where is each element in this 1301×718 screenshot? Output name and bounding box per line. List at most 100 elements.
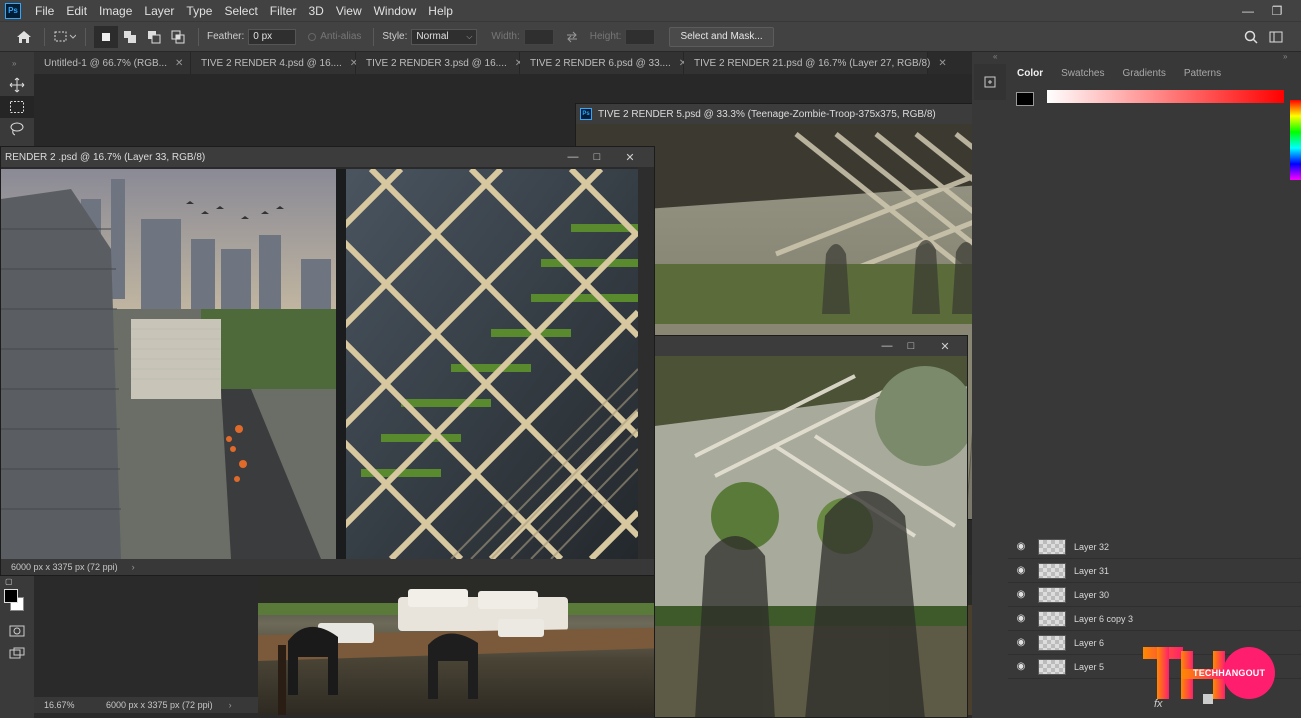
tab-swatches[interactable]: Swatches — [1052, 68, 1113, 79]
document-size: 6000 px x 3375 px (72 ppi) — [106, 700, 213, 710]
close-icon[interactable]: ✕ — [933, 336, 957, 356]
style-select[interactable]: Normal ⌵ — [411, 28, 478, 45]
menu-file[interactable]: File — [29, 4, 60, 18]
width-input[interactable] — [523, 28, 554, 45]
antialias-checkbox[interactable]: Anti-alias — [308, 31, 361, 42]
tab-label: TIVE 2 RENDER 21.psd @ 16.7% (Layer 27, … — [694, 57, 931, 69]
tab-render-21[interactable]: TIVE 2 RENDER 21.psd @ 16.7% (Layer 27, … — [684, 52, 947, 74]
tab-label: TIVE 2 RENDER 3.psd @ 16.... — [366, 57, 507, 69]
height-input[interactable] — [625, 28, 656, 45]
tab-color[interactable]: Color — [1008, 68, 1052, 79]
options-bar: Feather: 0 px Anti-alias Style: Normal ⌵… — [0, 21, 1301, 51]
layer-thumbnail — [1038, 610, 1066, 627]
home-icon[interactable] — [12, 26, 36, 48]
toolbar-collapse-icon[interactable]: » — [0, 52, 34, 74]
menu-image[interactable]: Image — [93, 4, 138, 18]
subtract-selection-icon[interactable] — [142, 26, 166, 48]
zoom-level[interactable]: 16.67% — [44, 700, 106, 710]
add-selection-icon[interactable] — [118, 26, 142, 48]
close-icon[interactable]: ✕ — [618, 147, 642, 167]
color-panel-fg-swatch[interactable] — [1016, 92, 1034, 106]
eye-icon[interactable]: ◉ — [1008, 661, 1034, 672]
menu-type[interactable]: Type — [180, 4, 218, 18]
antialias-check-icon — [308, 32, 317, 41]
close-icon[interactable]: ✕ — [938, 58, 946, 69]
layer-row[interactable]: ◉ Layer 32 — [1008, 535, 1301, 559]
tab-render-3[interactable]: TIVE 2 RENDER 3.psd @ 16.... ✕ — [356, 52, 523, 74]
menu-bar: Ps File Edit Image Layer Type Select Fil… — [0, 0, 1301, 21]
feather-label: Feather: — [207, 31, 245, 42]
new-selection-icon[interactable] — [94, 25, 118, 48]
hue-slider[interactable] — [1290, 100, 1301, 180]
tab-gradients[interactable]: Gradients — [1113, 68, 1174, 79]
document-window-middle: — □ ✕ — [654, 335, 968, 718]
layer-row[interactable]: ◉ Layer 6 copy 3 — [1008, 607, 1301, 631]
maximize-icon[interactable]: □ — [899, 336, 923, 356]
layer-name: Layer 30 — [1074, 589, 1110, 600]
document-size: 6000 px x 3375 px (72 ppi) — [11, 562, 118, 572]
app-minimize-icon[interactable]: — — [1233, 0, 1263, 21]
chevron-right-icon[interactable]: › — [132, 562, 135, 572]
history-panel-icon[interactable] — [983, 75, 997, 89]
feather-input[interactable]: 0 px — [248, 28, 297, 45]
menu-edit[interactable]: Edit — [60, 4, 93, 18]
eye-icon[interactable]: ◉ — [1008, 637, 1034, 648]
eye-icon[interactable]: ◉ — [1008, 589, 1034, 600]
window-title: TIVE 2 RENDER 5.psd @ 33.3% (Teenage-Zom… — [598, 108, 936, 120]
vertical-scrollbar[interactable] — [638, 167, 654, 575]
menu-3d[interactable]: 3D — [302, 4, 329, 18]
maximize-icon[interactable]: □ — [585, 147, 609, 167]
lasso-tool-icon[interactable] — [0, 118, 34, 140]
screen-mode-icon[interactable] — [9, 647, 25, 662]
window-titlebar[interactable]: RENDER 2 .psd @ 16.7% (Layer 33, RGB/8) — [1, 147, 654, 167]
eye-icon[interactable]: ◉ — [1008, 541, 1034, 552]
menu-select[interactable]: Select — [218, 4, 263, 18]
panel-collapse-icon[interactable]: « — [993, 52, 1013, 62]
layer-thumbnail — [1038, 538, 1066, 555]
menu-help[interactable]: Help — [422, 4, 459, 18]
tab-render-4[interactable]: TIVE 2 RENDER 4.psd @ 16.... ✕ — [191, 52, 358, 74]
foreground-color-swatch[interactable] — [4, 589, 18, 603]
color-spectrum-bar[interactable] — [1047, 90, 1284, 103]
tab-untitled-1[interactable]: Untitled-1 @ 66.7% (RGB... ✕ — [34, 52, 191, 74]
menu-view[interactable]: View — [330, 4, 368, 18]
eye-icon[interactable]: ◉ — [1008, 565, 1034, 576]
eye-icon[interactable]: ◉ — [1008, 613, 1034, 624]
layer-thumbnail — [1038, 562, 1066, 579]
close-icon[interactable]: ✕ — [175, 58, 183, 69]
layer-row[interactable]: ◉ Layer 31 — [1008, 559, 1301, 583]
tab-render-6[interactable]: TIVE 2 RENDER 6.psd @ 33.... ✕ — [520, 52, 687, 74]
move-tool-icon[interactable] — [0, 74, 34, 96]
layer-thumbnail — [1038, 586, 1066, 603]
chevron-right-icon[interactable]: › — [229, 700, 232, 710]
default-colors-icon[interactable]: ▢ — [5, 577, 13, 586]
layer-name: Layer 5 — [1074, 661, 1105, 672]
tools-panel-lower: ▢ — [0, 575, 34, 718]
quick-mask-icon[interactable] — [9, 625, 25, 640]
select-and-mask-button[interactable]: Select and Mask... — [669, 26, 774, 47]
canvas-render-2-image — [1, 169, 638, 559]
layer-row[interactable]: ◉ Layer 30 — [1008, 583, 1301, 607]
height-label: Height: — [589, 31, 622, 42]
menu-window[interactable]: Window — [368, 4, 423, 18]
intersect-selection-icon[interactable] — [166, 26, 190, 48]
search-icon[interactable] — [1239, 26, 1263, 48]
marquee-preset-icon[interactable] — [53, 26, 77, 48]
techhangout-logo: TECHHANGOUT — [1143, 645, 1278, 701]
swap-dimensions-icon[interactable] — [560, 26, 584, 48]
minimize-icon[interactable]: — — [875, 336, 899, 356]
menu-filter[interactable]: Filter — [264, 4, 303, 18]
minimize-icon[interactable]: — — [561, 147, 585, 167]
marquee-tool-icon[interactable] — [0, 96, 34, 118]
panel-expand-icon[interactable]: » — [1283, 52, 1301, 62]
layer-name: Layer 32 — [1074, 541, 1110, 552]
window-title: RENDER 2 .psd @ 16.7% (Layer 33, RGB/8) — [5, 151, 206, 163]
document-tab-bar: Untitled-1 @ 66.7% (RGB... ✕ TIVE 2 RENDE… — [34, 52, 974, 74]
app-restore-icon[interactable]: ❐ — [1262, 0, 1292, 21]
canvas-empty-area — [34, 575, 258, 697]
tab-patterns[interactable]: Patterns — [1175, 68, 1230, 79]
photoshop-logo-icon: Ps — [580, 108, 592, 120]
menu-layer[interactable]: Layer — [138, 4, 180, 18]
antialias-label: Anti-alias — [320, 31, 362, 42]
workspace-icon[interactable] — [1264, 26, 1288, 48]
